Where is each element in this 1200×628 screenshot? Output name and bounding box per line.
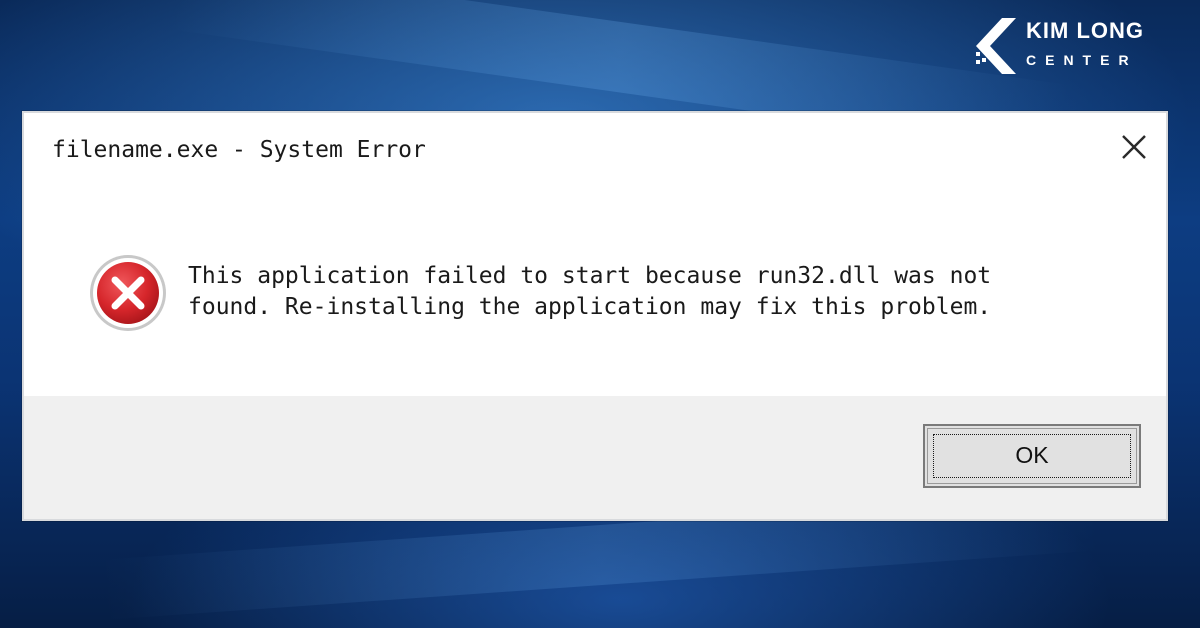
close-button[interactable] xyxy=(1114,127,1154,167)
ok-button[interactable]: OK xyxy=(923,424,1141,488)
chevron-k-logo-icon xyxy=(976,18,1016,74)
error-message-line: found. Re-installing the application may… xyxy=(188,294,992,320)
brand-logo: KIM LONG CENTER xyxy=(970,14,1185,76)
error-x-circle-icon xyxy=(90,255,166,331)
system-error-dialog: filename.exe - System Error This applica… xyxy=(22,111,1168,521)
dialog-footer: OK xyxy=(24,396,1166,519)
close-icon xyxy=(1122,135,1146,159)
brand-subtitle: CENTER xyxy=(1026,52,1138,68)
dialog-title: filename.exe - System Error xyxy=(52,137,426,163)
error-message: This application failed to start because… xyxy=(188,261,1148,323)
brand-title: KIM LONG xyxy=(1026,18,1144,43)
error-message-line: This application failed to start because… xyxy=(188,263,992,289)
ok-button-label: OK xyxy=(1015,442,1049,468)
